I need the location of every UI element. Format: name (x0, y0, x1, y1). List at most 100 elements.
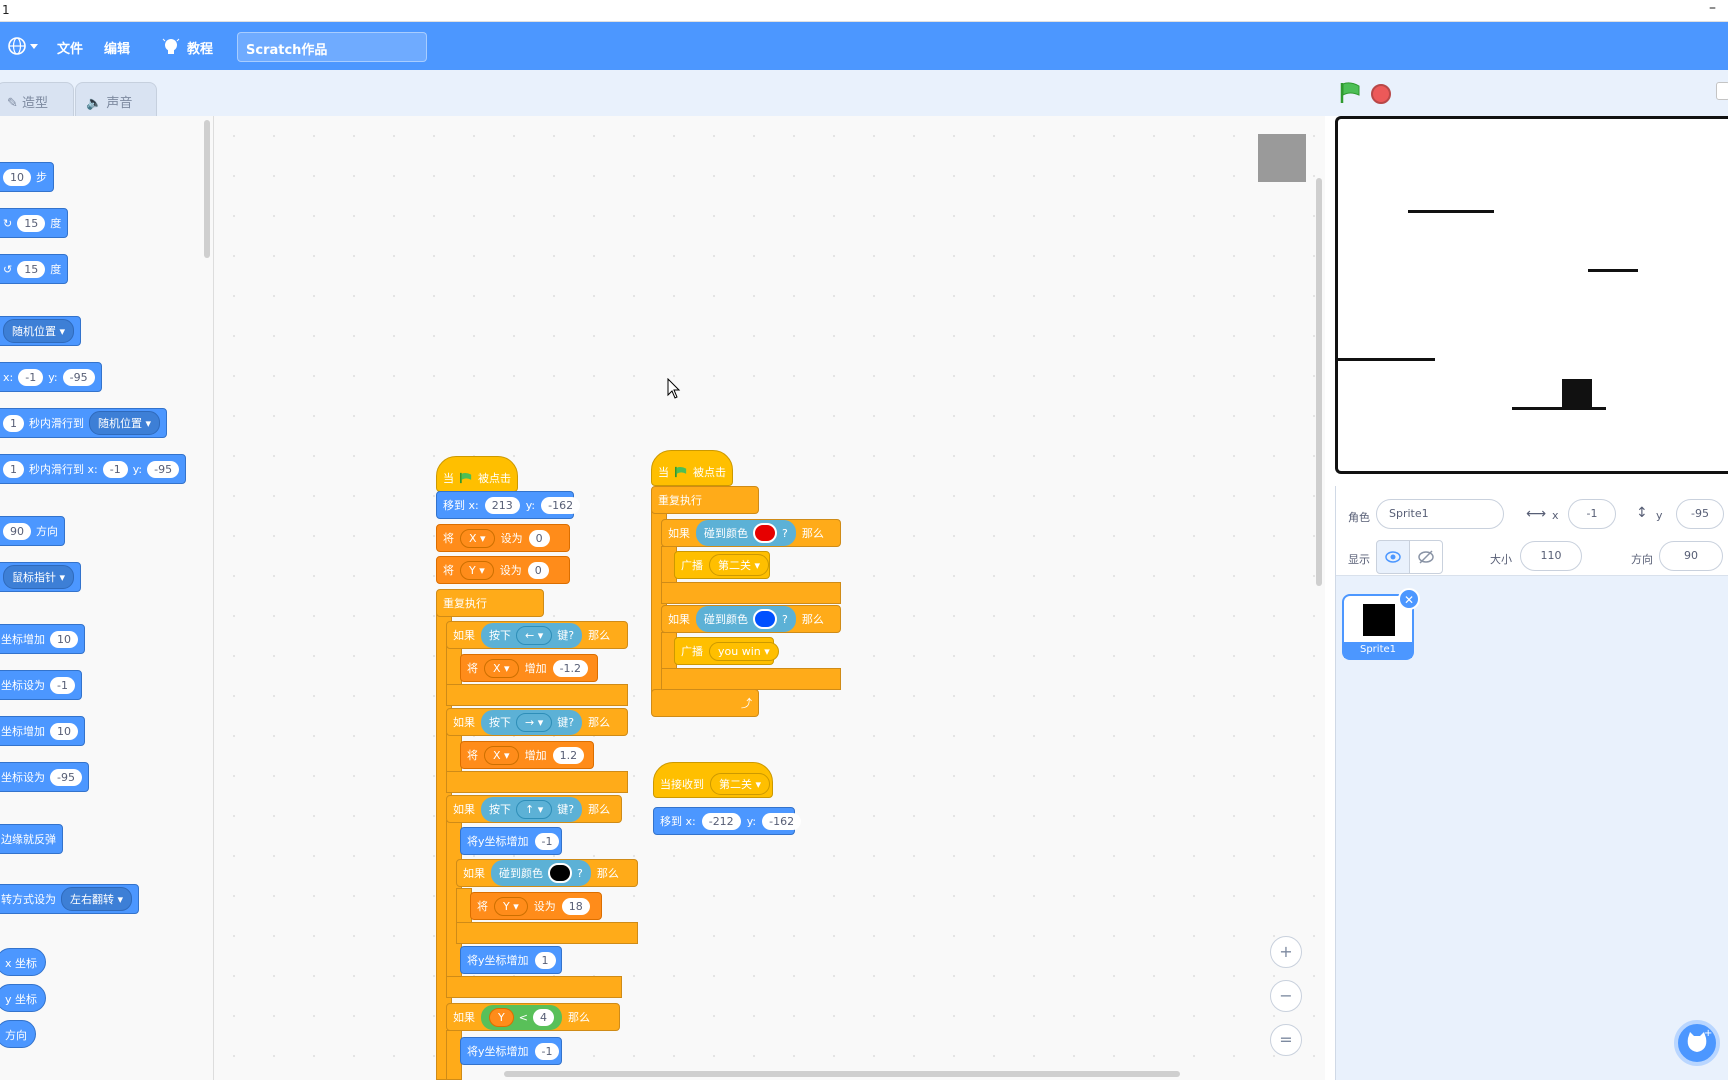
when-flag-clicked-hat-2[interactable]: 当 被点击 (651, 450, 733, 486)
change-x-block[interactable]: 坐标增加 10 (0, 624, 85, 654)
point-towards-dropdown[interactable]: 鼠标指针 ▾ (3, 565, 75, 589)
x-position-reporter[interactable]: x 坐标 (0, 948, 47, 976)
change-y-pos-value[interactable]: 1 (534, 951, 556, 969)
set-x-block[interactable]: 坐标设为 -1 (0, 670, 82, 700)
when-flag-clicked-hat[interactable]: 当 被点击 (436, 456, 518, 492)
change-x-value[interactable]: 10 (50, 630, 78, 648)
if-lt-block[interactable]: 如果 Y < 4 那么 (446, 1003, 620, 1031)
set-y-value[interactable]: -95 (50, 768, 82, 786)
if-key-left-block[interactable]: 如果 按下 ← ▾ 键? 那么 (446, 621, 628, 649)
move-steps-value[interactable]: 10 (3, 168, 31, 186)
turn-left-block[interactable]: ↺ 15 度 (0, 254, 69, 284)
tutorials-menu[interactable]: 教程 (187, 38, 213, 57)
broadcast-youwin-block[interactable]: 广播 you win ▾ (674, 637, 779, 665)
tab-costumes[interactable]: ✎ 造型 (0, 82, 74, 116)
tab-sounds[interactable]: 🔈 声音 (75, 82, 157, 116)
if-touch-black-block[interactable]: 如果 碰到颜色 ? 那么 (456, 859, 638, 887)
glide2-y-value[interactable]: -95 (147, 460, 180, 478)
sprite-name-input[interactable]: Sprite1 (1376, 499, 1504, 529)
glide2-secs-value[interactable]: 1 (3, 460, 24, 478)
var-y-reporter[interactable]: Y (489, 1007, 514, 1027)
if-touch-blue-block[interactable]: 如果 碰到颜色 ? 那么 (661, 605, 841, 633)
change-x-left-block[interactable]: 将 X ▾ 增加 -1.2 (460, 654, 598, 682)
var-x-dropdown[interactable]: X ▾ (460, 528, 495, 548)
set-x-value[interactable]: -1 (50, 676, 75, 694)
point-towards-block[interactable]: 鼠标指针 ▾ (0, 562, 82, 592)
choose-sprite-button[interactable]: + (1674, 1020, 1720, 1066)
goto-xy-block[interactable]: x: -1 y: -95 (0, 362, 102, 392)
change-y-neg2-value[interactable]: -1 (534, 1042, 560, 1060)
touching-color-condition[interactable]: 碰到颜色 ? (696, 606, 796, 632)
broadcast-msg1-dropdown[interactable]: 第二关 ▾ (709, 554, 770, 576)
var-y-dropdown[interactable]: Y ▾ (460, 560, 494, 580)
sprite-tile[interactable]: Sprite1 ✕ (1342, 588, 1420, 660)
broadcast-level2-block[interactable]: 广播 第二关 ▾ (674, 551, 770, 579)
turn-right-value[interactable]: 15 (17, 214, 46, 232)
y-input[interactable]: -95 (1676, 499, 1724, 529)
key-right-dropdown[interactable]: → ▾ (516, 712, 553, 732)
key-up-dropdown[interactable]: ↑ ▾ (516, 799, 553, 819)
key-pressed-condition[interactable]: 按下 → ▾ 键? (481, 709, 583, 735)
zoom-out-button[interactable]: − (1270, 980, 1302, 1012)
turn-right-block[interactable]: ↻ 15 度 (0, 208, 69, 238)
receive-msg-dropdown[interactable]: 第二关 ▾ (710, 773, 771, 795)
size-input[interactable]: 110 (1520, 541, 1582, 571)
stop-button[interactable] (1371, 84, 1391, 104)
minimize-button[interactable]: – (1709, 0, 1716, 16)
language-menu[interactable] (8, 36, 40, 56)
goto-y-value[interactable]: -162 (541, 496, 581, 514)
goto-x-value[interactable]: 213 (484, 496, 520, 514)
glide2-x-value[interactable]: -1 (102, 460, 128, 478)
zoom-reset-button[interactable]: = (1270, 1024, 1302, 1056)
forever-block[interactable]: 重复执行 (436, 589, 544, 617)
project-title-input[interactable]: Scratch作品 (237, 32, 427, 62)
change-x-right-block[interactable]: 将 X ▾ 增加 1.2 (460, 741, 594, 769)
show-visible-button[interactable] (1376, 540, 1410, 574)
forever-block-2[interactable]: 重复执行 (651, 486, 759, 514)
goto-y-value[interactable]: -162 (762, 812, 802, 830)
glide-target-dropdown[interactable]: 随机位置 ▾ (89, 411, 161, 435)
goto-xy-block-3[interactable]: 移到 x: -212 y: -162 (653, 807, 802, 835)
var-x-dropdown[interactable]: X ▾ (484, 745, 519, 765)
turn-left-value[interactable]: 15 (17, 260, 46, 278)
sprite-on-stage[interactable] (1562, 379, 1592, 409)
stage-canvas[interactable] (1335, 116, 1728, 474)
color-swatch-black[interactable] (548, 863, 572, 883)
show-hidden-button[interactable] (1409, 540, 1443, 574)
move-steps-block[interactable]: 10 步 (0, 162, 54, 192)
if-key-up-block[interactable]: 如果 按下 ↑ ▾ 键? 那么 (446, 795, 622, 823)
set-y-var-block[interactable]: 将 Y ▾ 设为 0 (436, 556, 570, 584)
set-y-block[interactable]: 坐标设为 -95 (0, 762, 89, 792)
palette-scrollbar[interactable] (204, 120, 210, 258)
key-pressed-condition[interactable]: 按下 ← ▾ 键? (481, 622, 583, 648)
var-y-dropdown[interactable]: Y ▾ (494, 896, 528, 916)
color-swatch-red[interactable] (753, 523, 777, 543)
rotation-style-block[interactable]: 转方式设为 左右翻转 ▾ (0, 884, 140, 914)
set-y-18-value[interactable]: 18 (561, 897, 590, 915)
y-position-reporter[interactable]: y 坐标 (0, 984, 47, 1012)
zoom-in-button[interactable]: + (1270, 936, 1302, 968)
change-y-pos-block[interactable]: 将y坐标增加 1 (460, 946, 562, 974)
glide-target-block[interactable]: 1 秒内滑行到 随机位置 ▾ (0, 408, 168, 438)
touching-color-condition[interactable]: 碰到颜色 ? (696, 520, 796, 546)
goto-target-dropdown[interactable]: 随机位置 ▾ (3, 319, 75, 343)
goto-y-value[interactable]: -95 (62, 368, 95, 386)
var-x-dropdown[interactable]: X ▾ (484, 658, 519, 678)
file-menu[interactable]: 文件 (57, 38, 83, 57)
if-key-right-block[interactable]: 如果 按下 → ▾ 键? 那么 (446, 708, 628, 736)
rotation-style-dropdown[interactable]: 左右翻转 ▾ (61, 887, 133, 911)
workspace-horizontal-scrollbar[interactable] (504, 1071, 1180, 1077)
change-y-neg-block[interactable]: 将y坐标增加 -1 (460, 827, 562, 855)
change-left-value[interactable]: -1.2 (552, 659, 589, 677)
change-y-block[interactable]: 坐标增加 10 (0, 716, 85, 746)
set-x-var-block[interactable]: 将 X ▾ 设为 0 (436, 524, 570, 552)
key-left-dropdown[interactable]: ← ▾ (516, 625, 553, 645)
stage-size-button[interactable] (1716, 82, 1728, 100)
when-receive-hat[interactable]: 当接收到 第二关 ▾ (653, 762, 773, 798)
set-y-var-value[interactable]: 0 (527, 561, 549, 579)
less-than-operator[interactable]: Y < 4 (481, 1004, 562, 1030)
if-touch-red-block[interactable]: 如果 碰到颜色 ? 那么 (661, 519, 841, 547)
direction-reporter[interactable]: 方向 (0, 1020, 36, 1048)
goto-x-value[interactable]: -212 (701, 812, 741, 830)
goto-x-value[interactable]: -1 (18, 368, 44, 386)
